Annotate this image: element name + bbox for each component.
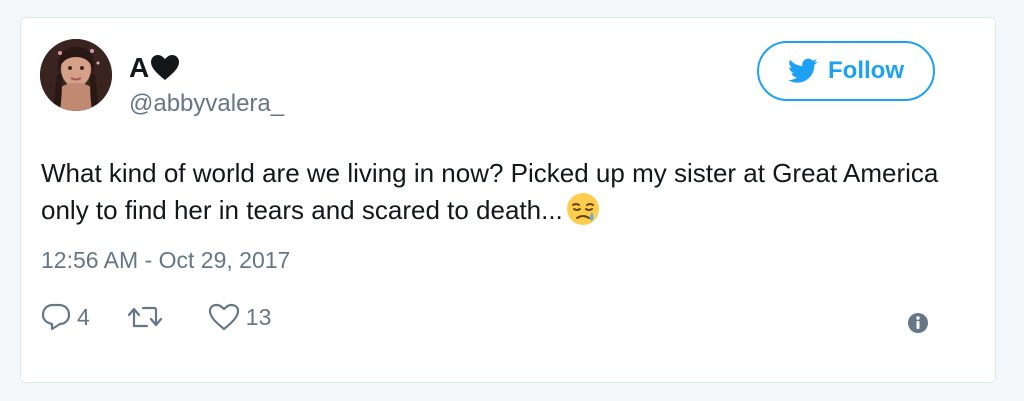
crying-face-emoji [566,193,599,225]
tweet-text-body: What kind of world are we living in now?… [41,158,939,225]
reply-icon [41,303,71,331]
retweet-button[interactable] [126,304,170,330]
avatar[interactable] [40,39,112,111]
reply-count: 4 [77,303,90,330]
follow-button[interactable]: Follow [757,41,935,101]
info-icon[interactable] [907,312,929,334]
follow-button-label: Follow [828,57,904,84]
like-button[interactable]: 13 [208,303,272,331]
like-count: 13 [245,303,272,330]
display-name-text: A [129,52,150,83]
tweet-text: What kind of world are we living in now?… [41,155,941,228]
black-heart-icon [151,55,180,80]
tweet-actions: 4 13 [41,300,271,334]
tweet-timestamp[interactable]: 12:56 AM - Oct 29, 2017 [41,246,290,274]
retweet-icon [127,306,162,328]
avatar-image [40,39,112,111]
reply-button[interactable]: 4 [41,303,90,331]
heart-icon [208,303,239,331]
twitter-bird-icon [788,58,818,83]
display-name[interactable]: A [129,52,180,84]
user-handle[interactable]: @abbyvalera_ [129,90,284,118]
